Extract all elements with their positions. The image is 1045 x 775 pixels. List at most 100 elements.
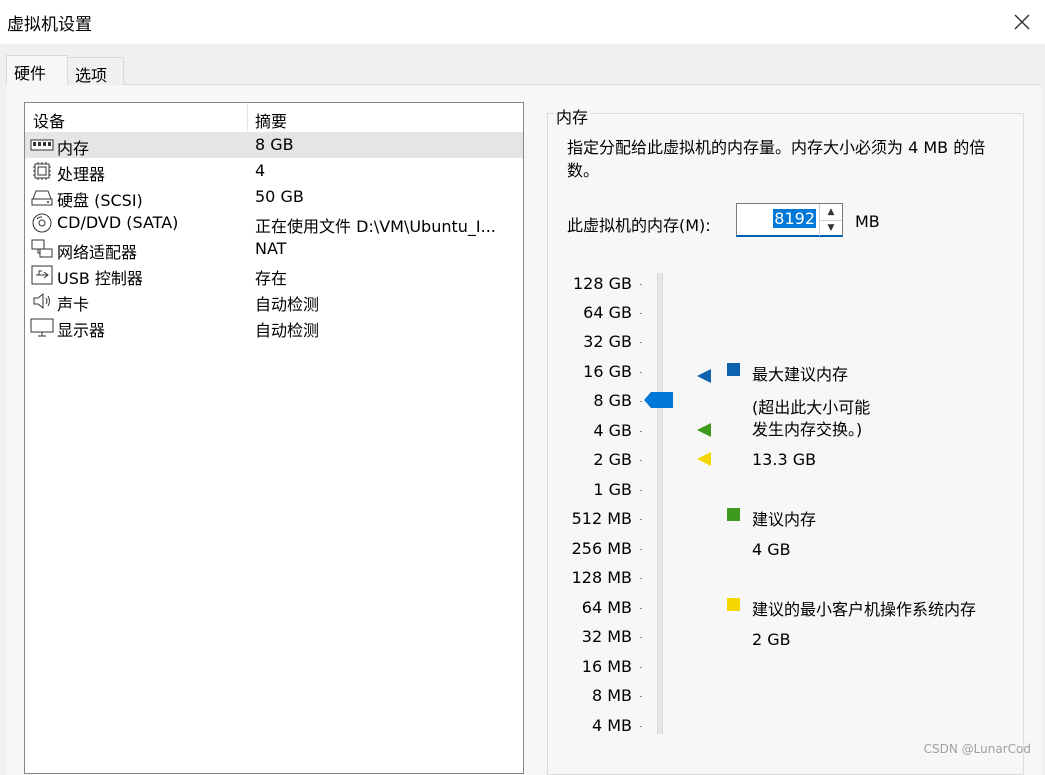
legend-min-guest-value: 2 GB [752,630,791,649]
recommended-marker [697,423,711,437]
scale-tick [640,401,642,402]
memory-field-label: 此虚拟机的内存(M): [567,216,711,235]
scale-label: 32 MB [581,627,632,646]
min-guest-marker [697,452,711,466]
memory-input[interactable]: 8192 [773,209,816,228]
memory-description: 指定分配给此虚拟机的内存量。内存大小必须为 4 MB 的倍数。 [567,138,986,180]
column-divider[interactable] [247,103,248,131]
usb-controller-icon [31,265,53,285]
scale-tick [640,608,642,609]
scale-tick [640,519,642,520]
tab-options[interactable]: 选项 [67,57,124,85]
scale-label: 512 MB [571,509,632,528]
scale-label: 64 GB [583,303,632,322]
scale-label: 16 GB [583,362,632,381]
legend-recommended-value: 4 GB [752,540,791,559]
legend-swatch-max [727,363,740,376]
device-list[interactable]: 设备 摘要 内存 8 GB 处理器 4 硬盘 (SCSI) 50 GB CD/D… [24,102,524,774]
device-name: 处理器 [57,165,106,184]
memory-unit: MB [855,212,880,231]
device-summary: 4 [255,161,266,180]
max-recommended-marker [697,369,711,383]
device-summary: 自动检测 [255,295,320,314]
scale-label: 16 MB [581,657,632,676]
scale-tick [640,549,642,550]
device-summary: NAT [255,239,287,258]
decrement-button[interactable]: ▼ [820,220,842,236]
close-icon [1014,14,1030,30]
device-row-processor[interactable]: 处理器 4 [25,158,523,184]
device-row-memory[interactable]: 内存 8 GB [25,132,523,158]
legend-max-note-2: 发生内存交换。) [752,420,863,439]
hard-disk-icon [31,190,53,206]
device-row-display[interactable]: 显示器 自动检测 [25,314,523,340]
device-name: 硬盘 (SCSI) [57,191,143,210]
scale-tick [640,431,642,432]
device-row-network-adapter[interactable]: 网络适配器 NAT [25,236,523,262]
increment-button[interactable]: ▲ [820,204,842,221]
scale-label: 64 MB [581,598,632,617]
scale-tick [640,490,642,491]
chevron-up-icon: ▲ [827,207,835,217]
memory-slider-track[interactable] [657,273,663,734]
legend-swatch-recommended [727,508,740,521]
scale-label: 8 MB [591,686,632,705]
device-summary: 50 GB [255,187,304,206]
scale-tick [640,342,642,343]
display-icon [30,318,54,337]
device-name: 声卡 [57,295,90,314]
scale-label: 1 GB [593,480,632,499]
legend-max-label: 最大建议内存 [752,365,849,384]
device-row-usb-controller[interactable]: USB 控制器 存在 [25,262,523,288]
column-header-device[interactable]: 设备 [33,108,65,132]
scale-label: 32 GB [583,332,632,351]
scale-tick [640,460,642,461]
scale-tick [640,696,642,697]
device-row-cd-dvd[interactable]: CD/DVD (SATA) 正在使用文件 D:\VM\Ubuntu_I... [25,210,523,236]
memory-stepper[interactable]: 8192 ▲ ▼ [736,203,843,237]
scale-tick [640,667,642,668]
scale-tick [640,726,642,727]
scale-label: 128 GB [573,274,632,293]
scale-tick [640,284,642,285]
scale-tick [640,313,642,314]
scale-tick [640,372,642,373]
device-summary: 存在 [255,269,288,288]
processor-icon [33,162,51,180]
sound-card-icon [33,292,50,310]
watermark: CSDN @LunarCod [923,742,1031,756]
scale-tick [640,578,642,579]
memory-group-label: 内存 [553,104,592,128]
chevron-down-icon: ▼ [827,223,835,233]
scale-tick [640,637,642,638]
scale-label: 8 GB [593,391,632,410]
network-adapter-icon [31,239,53,258]
scale-label: 2 GB [593,450,632,469]
scale-label: 4 GB [593,421,632,440]
legend-max-note-1: (超出此大小可能 [752,398,871,417]
close-button[interactable] [999,0,1045,44]
device-name: CD/DVD (SATA) [57,213,179,232]
tab-hardware[interactable]: 硬件 [6,55,68,85]
device-name: 显示器 [57,321,106,340]
title-bar: 虚拟机设置 [0,0,1045,44]
memory-icon [30,139,54,151]
scale-label: 4 MB [591,716,632,735]
device-summary: 正在使用文件 D:\VM\Ubuntu_I... [255,217,496,236]
tab-hardware-label: 硬件 [14,64,47,83]
device-list-header: 设备 摘要 [25,103,523,131]
device-name: 网络适配器 [57,243,138,262]
legend-max-value: 13.3 GB [752,450,817,469]
legend-recommended-label: 建议内存 [752,510,817,529]
scale-label: 128 MB [571,568,632,587]
device-name: USB 控制器 [57,269,143,288]
window-title: 虚拟机设置 [7,15,92,35]
tab-options-label: 选项 [75,66,108,85]
device-row-sound-card[interactable]: 声卡 自动检测 [25,288,523,314]
device-row-hard-disk[interactable]: 硬盘 (SCSI) 50 GB [25,184,523,210]
memory-slider-thumb[interactable] [644,392,673,408]
device-summary: 自动检测 [255,321,320,340]
column-header-summary[interactable]: 摘要 [255,108,287,132]
stepper-buttons: ▲ ▼ [819,204,842,236]
device-summary: 8 GB [255,135,294,154]
